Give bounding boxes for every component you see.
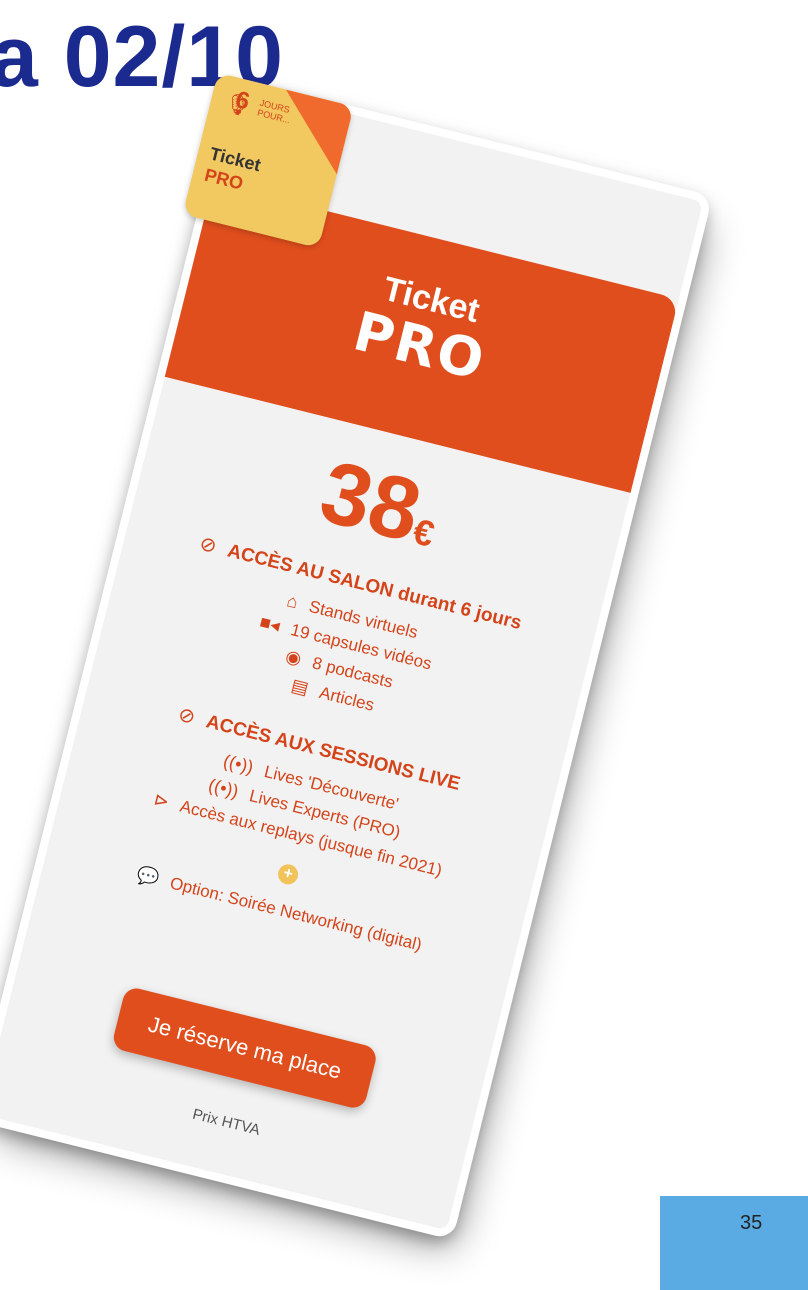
- reserve-button[interactable]: Je réserve ma place: [110, 985, 379, 1111]
- broadcast-icon: ((•)): [221, 750, 256, 778]
- broadcast-icon: ((•)): [206, 774, 241, 802]
- check-circle-icon: ⊘: [175, 703, 198, 729]
- check-circle-icon: ⊘: [197, 532, 219, 558]
- video-camera-icon: ■◂: [257, 611, 282, 636]
- page-number: 35: [740, 1212, 763, 1234]
- plus-icon: +: [275, 862, 301, 887]
- podcast-icon: ◉: [283, 645, 304, 669]
- store-icon: ⌂: [284, 590, 301, 613]
- play-circle-icon: ⊳: [151, 789, 172, 813]
- page-number-box: 35: [660, 1196, 808, 1290]
- chat-bubbles-icon: 💬: [134, 864, 162, 889]
- newspaper-icon: ▤: [289, 674, 311, 699]
- ticket-pro-card: Ticket PRO 🎙 6 JOURS POUR... Ticket PRO …: [0, 72, 713, 1241]
